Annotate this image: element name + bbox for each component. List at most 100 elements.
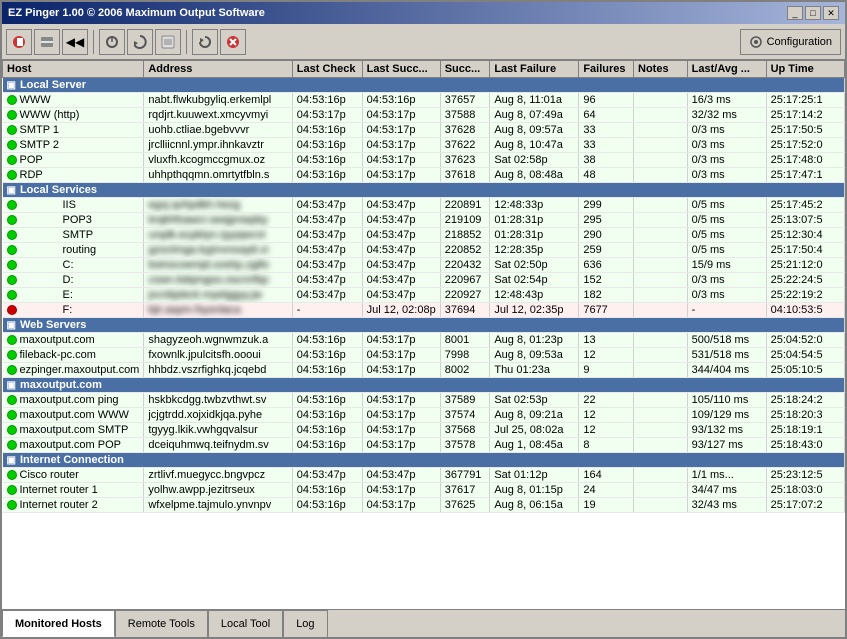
status-dot [7,485,17,495]
col-host[interactable]: Host [3,61,144,78]
notes-cell [634,198,688,213]
table-container[interactable]: Host Address Last Check Last Succ... Suc… [2,60,845,609]
table-row[interactable]: maxoutput.com ping hskbkcdgg.twbzvthwt.s… [3,393,845,408]
notes-cell [634,213,688,228]
table-row[interactable]: D: cswn.bdqmgoo.oscnrifqc 04:53:47p 04:5… [3,273,845,288]
lastcheck-cell: 04:53:16p [292,348,362,363]
col-lastcheck[interactable]: Last Check [292,61,362,78]
uptime-cell: 25:18:19:1 [766,423,844,438]
table-row[interactable]: IIS egxj.qvhpdkh.hezg 04:53:47p 04:53:47… [3,198,845,213]
host-cell: POP3 [3,213,144,228]
table-row[interactable]: ezpinger.maxoutput.com hhbdz.vszrfighkq.… [3,363,845,378]
col-notes[interactable]: Notes [634,61,688,78]
table-row[interactable]: F: kjir.aspm.fsysnlaca - Jul 12, 02:08p … [3,303,845,318]
status-dot [7,500,17,510]
status-dot [7,395,17,405]
tab-monitored-hosts[interactable]: Monitored Hosts [2,610,115,637]
lastsucc-cell: 04:53:17p [362,123,440,138]
host-cell: fileback-pc.com [3,348,144,363]
table-row[interactable]: SMTP urqdk.ecpktyn.rjyyqwcvt 04:53:47p 0… [3,228,845,243]
fail-cell: 182 [579,288,634,303]
address-cell: nabt.flwkubgyliq.erkemlpl [144,93,292,108]
section-header: ▣maxoutput.com [3,378,845,393]
lastfail-cell: Aug 8, 07:49a [490,108,579,123]
status-dot [7,365,17,375]
notes-cell [634,498,688,513]
lastcheck-cell: 04:53:16p [292,438,362,453]
fail-cell: 295 [579,213,634,228]
toolbar-btn-6[interactable] [155,29,181,55]
table-body: ▣Local Server WWW nabt.flwkubgyliq.erkem… [3,78,845,513]
table-row[interactable]: fileback-pc.com fxownlk.jpulcitsfh.oooui… [3,348,845,363]
toolbar-btn-7[interactable] [192,29,218,55]
status-dot [7,335,17,345]
lastsucc-cell: Jul 12, 02:08p [362,303,440,318]
toolbar-btn-2[interactable] [34,29,60,55]
table-row[interactable]: RDP uhhpthqqmn.omrtytfbln.s 04:53:16p 04… [3,168,845,183]
table-row[interactable]: maxoutput.com SMTP tgyyg.lkik.vwhgqvalsu… [3,423,845,438]
table-row[interactable]: C: bsinocoemjd.xoshp.zgifo 04:53:47p 04:… [3,258,845,273]
toolbar-btn-3[interactable]: ◀◀ [62,29,88,55]
lastavg-cell: 0/3 ms [687,288,766,303]
col-succ[interactable]: Succ... [440,61,490,78]
address-cell: kjir.aspm.fsysnlaca [144,303,292,318]
table-row[interactable]: Cisco router zrtlivf.muegycc.bngvpcz 04:… [3,468,845,483]
lastavg-cell: 0/3 ms [687,138,766,153]
lastfail-cell: Aug 8, 09:21a [490,408,579,423]
table-row[interactable]: Internet router 2 wfxelpme.tajmulo.ynvnp… [3,498,845,513]
lastfail-cell: 12:48:43p [490,288,579,303]
table-row[interactable]: WWW nabt.flwkubgyliq.erkemlpl 04:53:16p … [3,93,845,108]
config-button[interactable]: Configuration [740,29,841,55]
tab-remote-tools[interactable]: Remote Tools [115,610,208,637]
minimize-button[interactable]: _ [787,6,803,20]
notes-cell [634,303,688,318]
table-row[interactable]: SMTP 1 uohb.ctliae.bgebvvvr 04:53:16p 04… [3,123,845,138]
lastcheck-cell: 04:53:16p [292,498,362,513]
lastfail-cell: Aug 8, 09:57a [490,123,579,138]
table-row[interactable]: maxoutput.com WWW jcjgtrdd.xojxidkjqa.py… [3,408,845,423]
host-cell: SMTP [3,228,144,243]
col-lastfail[interactable]: Last Failure [490,61,579,78]
table-row[interactable]: POP3 krqkhfoawci.seejpnwpby 04:53:47p 04… [3,213,845,228]
host-cell: Internet router 1 [3,483,144,498]
col-lastsucc[interactable]: Last Succ... [362,61,440,78]
lastsucc-cell: 04:53:17p [362,393,440,408]
lastcheck-cell: 04:53:17p [292,108,362,123]
table-row[interactable]: POP vluxfh.kcogmccgmux.oz 04:53:16p 04:5… [3,153,845,168]
lastavg-cell: 0/3 ms [687,123,766,138]
table-row[interactable]: SMTP 2 jrclliicnnl.ympr.ihnkavztr 04:53:… [3,138,845,153]
table-row[interactable]: Internet router 1 yolhw.awpp.jezitrseux … [3,483,845,498]
host-cell: D: [3,273,144,288]
col-fail[interactable]: Failures [579,61,634,78]
uptime-cell: 25:17:47:1 [766,168,844,183]
table-row[interactable]: routing gzoctmga.kyjmvnoaytt.vi 04:53:47… [3,243,845,258]
uptime-cell: 25:17:50:4 [766,243,844,258]
lastcheck-cell: 04:53:47p [292,468,362,483]
maximize-button[interactable]: □ [805,6,821,20]
table-row[interactable]: maxoutput.com POP dceiquhmwq.teifnydm.sv… [3,438,845,453]
col-uptime[interactable]: Up Time [766,61,844,78]
toolbar-btn-1[interactable] [6,29,32,55]
lastavg-cell: 1/1 ms... [687,468,766,483]
close-button[interactable]: ✕ [823,6,839,20]
toolbar-btn-4[interactable] [99,29,125,55]
col-lastavg[interactable]: Last/Avg ... [687,61,766,78]
uptime-cell: 25:17:14:2 [766,108,844,123]
notes-cell [634,228,688,243]
notes-cell [634,423,688,438]
succ-cell: 219109 [440,213,490,228]
tab-log[interactable]: Log [283,610,327,637]
col-address[interactable]: Address [144,61,292,78]
table-row[interactable]: E: jxcnbjsbctr.myelggyy.jw 04:53:47p 04:… [3,288,845,303]
fail-cell: 33 [579,138,634,153]
lastcheck-cell: 04:53:16p [292,423,362,438]
notes-cell [634,348,688,363]
toolbar-btn-8[interactable] [220,29,246,55]
fail-cell: 299 [579,198,634,213]
table-row[interactable]: maxoutput.com shagyzeoh.wgnwmzuk.a 04:53… [3,333,845,348]
table-row[interactable]: WWW (http) rqdjrt.kuuwext.xmcyvmyi 04:53… [3,108,845,123]
fail-cell: 38 [579,153,634,168]
lastavg-cell: 0/5 ms [687,198,766,213]
tab-local-tool[interactable]: Local Tool [208,610,283,637]
toolbar-btn-5[interactable] [127,29,153,55]
